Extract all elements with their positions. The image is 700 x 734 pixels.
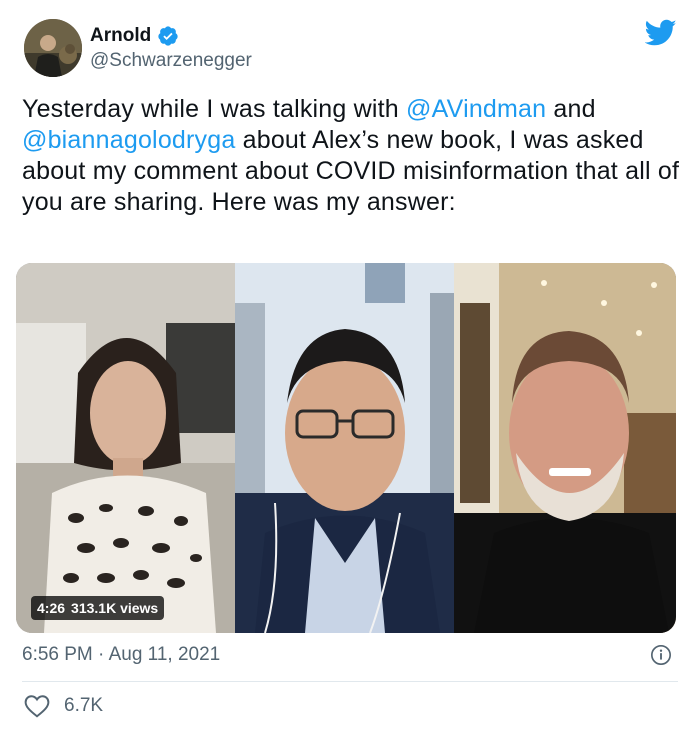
author-handle[interactable]: @Schwarzenegger	[90, 50, 252, 72]
person-left-illustration	[16, 263, 235, 633]
tweet-text: Yesterday while I was talking with @AVin…	[22, 94, 682, 218]
video-info-badge: 4:26 313.1K views	[31, 596, 165, 620]
tweet-text-part: and	[546, 95, 596, 123]
twitter-bird-icon[interactable]	[645, 19, 677, 47]
like-action[interactable]: 6.7K	[24, 694, 103, 718]
video-panel-left	[16, 263, 235, 633]
video-views: 313.1K views	[71, 600, 159, 616]
avatar-image	[24, 19, 82, 77]
person-right-illustration	[454, 263, 676, 633]
person-middle-illustration	[235, 263, 454, 633]
video-panel-middle	[235, 263, 454, 633]
avatar[interactable]	[24, 19, 82, 77]
author-row: Arnold	[90, 24, 179, 48]
mention-link-avindman[interactable]: @AVindman	[406, 95, 546, 123]
like-count: 6.7K	[64, 695, 104, 716]
tweet-timestamp[interactable]: 6:56 PM · Aug 11, 2021	[22, 644, 220, 666]
tweet-text-part: Yesterday while I was talking with	[22, 95, 407, 123]
tweet-card: Arnold @Schwarzenegger Yesterday while I…	[0, 0, 700, 734]
divider	[22, 681, 678, 682]
video-duration: 4:26	[37, 600, 66, 616]
info-icon[interactable]	[650, 644, 672, 666]
author-name[interactable]: Arnold	[90, 25, 151, 47]
video-player[interactable]: 4:26 313.1K views	[16, 263, 676, 633]
heart-icon[interactable]	[24, 694, 50, 718]
mention-link-biannagolodryga[interactable]: @biannagolodryga	[22, 126, 235, 154]
verified-badge-icon	[158, 26, 178, 46]
video-panel-right	[454, 263, 676, 633]
